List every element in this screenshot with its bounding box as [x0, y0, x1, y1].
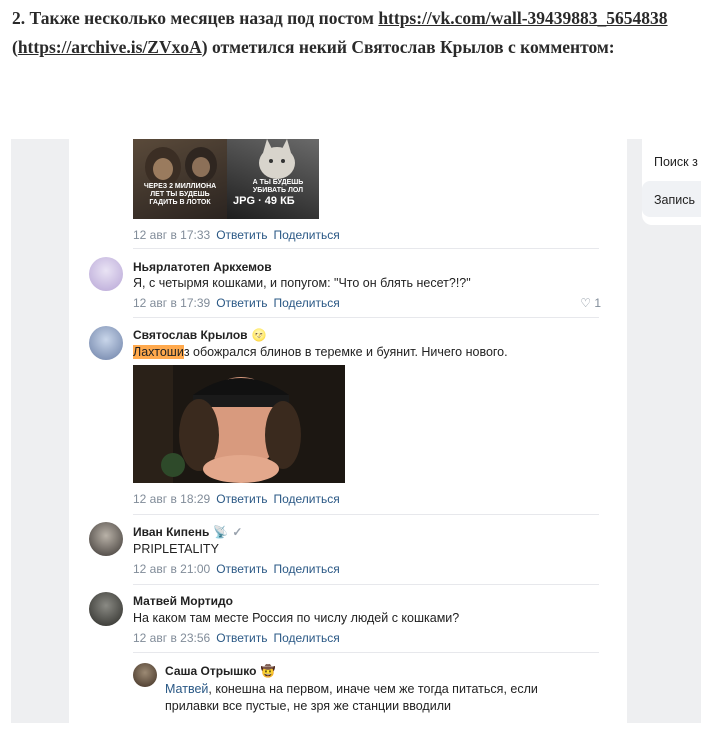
meme-right-panel: А ТЫ БУДЕШЬ УБИВАТЬ ЛОЛ JPG · 49 КБ [227, 139, 319, 219]
cowboy-emoji-icon: 🤠 [260, 664, 276, 678]
comment-text: На каком там месте Россия по числу людей… [133, 611, 460, 625]
comment-author[interactable]: Матвей Мортидо [133, 594, 233, 608]
comment-time[interactable]: 12 авг в 23:56 [133, 631, 210, 645]
comment-text: Лахтошиз обожрался блинов в теремке и бу… [133, 344, 508, 361]
moon-emoji-icon: 🌝 [251, 328, 267, 342]
avatar[interactable] [89, 592, 123, 626]
reply-text-line1: , конешна на первом, иначе чем же тогда … [208, 682, 538, 696]
avatar[interactable] [133, 663, 157, 687]
post-meta: 12 авг в 17:33 Ответить Поделиться [133, 228, 340, 242]
comment-time[interactable]: 12 авг в 18:29 [133, 492, 210, 506]
photo-content [133, 365, 345, 483]
meme-left-panel: ЧЕРЕЗ 2 МИЛЛИОНА ЛЕТ ТЫ БУДЕШЬ ГАДИТЬ В … [133, 139, 227, 219]
reply-text-line2: прилавки все пустые, не зря же станции в… [165, 699, 451, 713]
post-item[interactable]: Запись [654, 193, 695, 207]
comment-meta: 12 авг в 18:29 Ответить Поделиться [133, 492, 340, 506]
comment-author[interactable]: Святослав Крылов 🌝 [133, 328, 267, 342]
reply-button[interactable]: Ответить [216, 631, 267, 645]
verified-check-icon: ✓ [232, 525, 243, 539]
comment-meta: 12 авг в 21:00 Ответить Поделиться [133, 562, 340, 576]
avatar[interactable] [89, 522, 123, 556]
right-panel: Поиск з Запись [642, 139, 701, 225]
reply-button[interactable]: Ответить [216, 492, 267, 506]
article-paragraph: 2. Также несколько месяцев назад под пос… [12, 4, 702, 62]
heart-icon: ♡ [580, 296, 591, 310]
intro-prefix: 2. Также несколько месяцев назад под пос… [12, 8, 379, 28]
cat-figure [259, 139, 295, 179]
divider [133, 317, 599, 318]
reply-button[interactable]: Ответить [216, 562, 267, 576]
divider [133, 652, 599, 653]
share-button[interactable]: Поделиться [273, 631, 339, 645]
author-name[interactable]: Иван Кипень [133, 525, 209, 539]
search-item[interactable]: Поиск з [654, 155, 698, 169]
comment-time[interactable]: 12 авг в 17:39 [133, 296, 210, 310]
avatar[interactable] [89, 257, 123, 291]
vk-post-link[interactable]: https://vk.com/wall-39439883_5654838 [378, 8, 667, 28]
divider [133, 584, 599, 585]
file-badge: JPG · 49 КБ [233, 195, 295, 207]
comment-meta: 12 авг в 17:39 Ответить Поделиться [133, 296, 340, 310]
comment-author[interactable]: Иван Кипень 📡 ✓ [133, 525, 242, 539]
share-button[interactable]: Поделиться [273, 296, 339, 310]
share-button[interactable]: Поделиться [273, 562, 339, 576]
intro-suffix: ) отметился некий Святослав Крылов с ком… [201, 37, 615, 57]
comment-text: Я, с четырмя кошками, и попугом: "Что он… [133, 276, 471, 290]
share-button[interactable]: Поделиться [273, 228, 339, 242]
post-image[interactable]: ЧЕРЕЗ 2 МИЛЛИОНА ЛЕТ ТЫ БУДЕШЬ ГАДИТЬ В … [133, 139, 319, 219]
like-button[interactable]: ♡ 1 [580, 296, 601, 310]
search-highlight: Лахтоши [133, 345, 184, 359]
mention-link[interactable]: Матвей [165, 682, 208, 696]
like-count: 1 [594, 296, 601, 310]
archive-link[interactable]: https://archive.is/ZVxoA [18, 37, 202, 57]
comment-photo[interactable] [133, 365, 345, 483]
share-button[interactable]: Поделиться [273, 492, 339, 506]
meme-right-caption: А ТЫ БУДЕШЬ УБИВАТЬ ЛОЛ [252, 179, 304, 194]
comment-author[interactable]: Ньярлатотеп Аркхемов [133, 260, 272, 274]
comment-body: з обожрался блинов в теремке и буянит. Н… [183, 345, 508, 359]
author-name[interactable]: Святослав Крылов [133, 328, 248, 342]
comment-text: PRIPLETALITY [133, 542, 219, 556]
reply-button[interactable]: Ответить [216, 296, 267, 310]
comment-text: Матвей, конешна на первом, иначе чем же … [165, 681, 538, 698]
comment-time[interactable]: 12 авг в 21:00 [133, 562, 210, 576]
comment-meta: 12 авг в 23:56 Ответить Поделиться [133, 631, 340, 645]
ape-figure [145, 147, 217, 187]
comment-author[interactable]: Саша Отрышко 🤠 [165, 664, 275, 678]
post-time[interactable]: 12 авг в 17:33 [133, 228, 210, 242]
reply-button[interactable]: Ответить [216, 228, 267, 242]
author-name[interactable]: Саша Отрышко [165, 664, 256, 678]
satellite-emoji-icon: 📡 [213, 525, 229, 539]
avatar[interactable] [89, 326, 123, 360]
vk-screenshot: ЧЕРЕЗ 2 МИЛЛИОНА ЛЕТ ТЫ БУДЕШЬ ГАДИТЬ В … [11, 139, 701, 723]
comments-feed: ЧЕРЕЗ 2 МИЛЛИОНА ЛЕТ ТЫ БУДЕШЬ ГАДИТЬ В … [69, 139, 627, 723]
meme-left-caption: ЧЕРЕЗ 2 МИЛЛИОНА ЛЕТ ТЫ БУДЕШЬ ГАДИТЬ В … [143, 183, 217, 206]
divider [133, 248, 599, 249]
divider [133, 514, 599, 515]
